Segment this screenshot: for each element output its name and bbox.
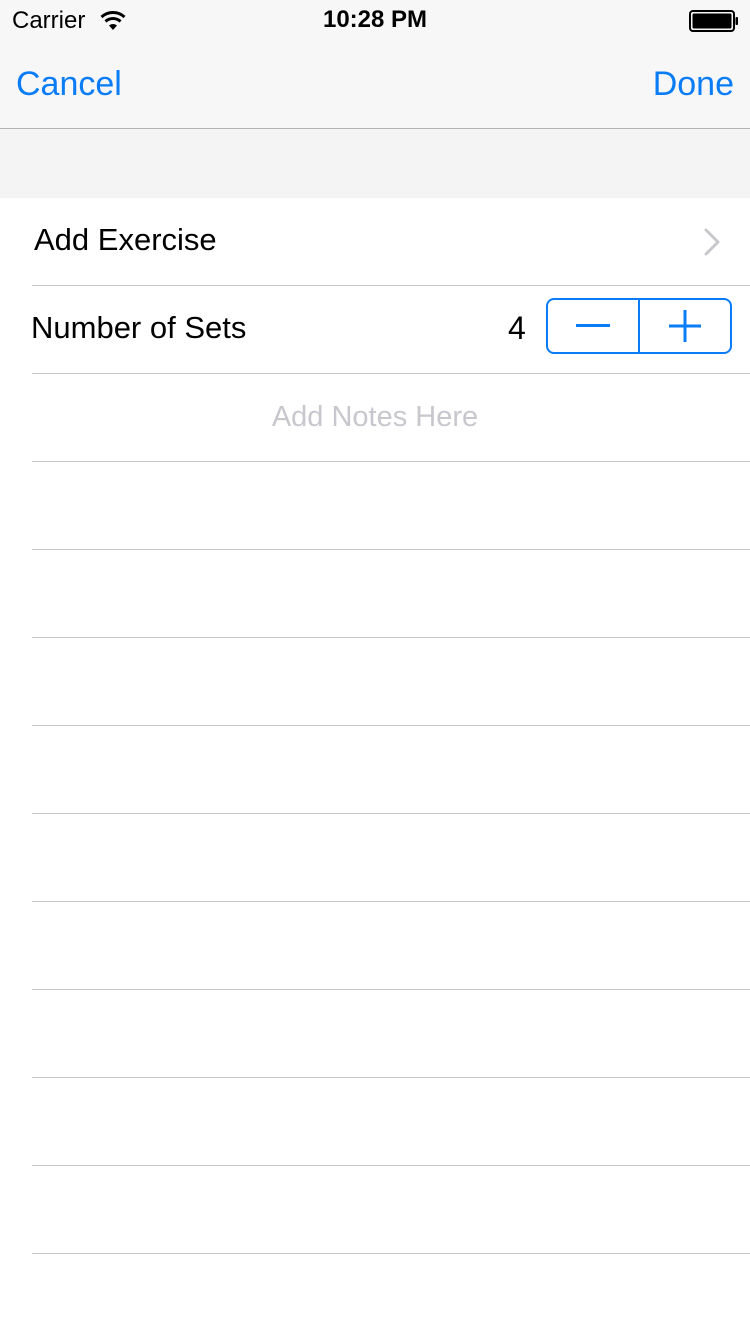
minus-icon [576,324,610,327]
chevron-right-icon [704,228,720,256]
status-time: 10:28 PM [322,6,428,33]
sets-count-value: 4 [508,310,526,346]
notes-row[interactable]: Add Notes Here [32,374,750,462]
number-of-sets-row: Number of Sets 4 [31,286,750,374]
empty-row [32,550,750,638]
empty-row [32,902,750,990]
form-list: Add Exercise Number of Sets 4 Add Notes … [0,198,750,1334]
sets-stepper[interactable] [546,298,732,354]
empty-row [32,1166,750,1254]
empty-row [32,1254,750,1334]
screen: Carrier 10:28 PM Cancel Done Add Exercis… [0,0,750,1334]
empty-row [32,638,750,726]
section-header-gap [0,129,750,198]
navigation-bar: Carrier 10:28 PM Cancel Done [0,0,750,129]
number-of-sets-label: Number of Sets [31,310,247,345]
empty-row [32,726,750,814]
empty-row [32,1078,750,1166]
add-exercise-row[interactable]: Add Exercise [32,198,750,286]
cancel-button[interactable]: Cancel [16,62,122,106]
empty-row [32,814,750,902]
plus-icon [669,310,701,342]
empty-row [32,990,750,1078]
empty-row [32,462,750,550]
done-button[interactable]: Done [653,62,734,106]
increment-button[interactable] [640,300,730,352]
battery-icon [689,10,738,32]
decrement-button[interactable] [548,300,638,352]
add-exercise-label: Add Exercise [34,222,217,257]
notes-placeholder[interactable]: Add Notes Here [32,398,718,436]
